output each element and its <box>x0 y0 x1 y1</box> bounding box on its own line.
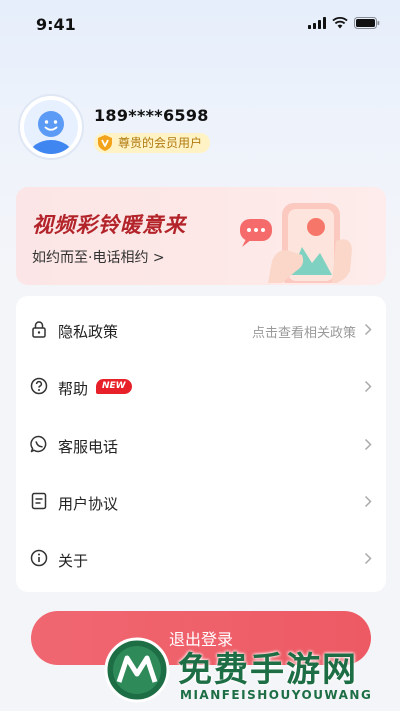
chevron-right-icon <box>364 552 372 565</box>
status-icons <box>308 17 380 29</box>
menu-item-hint: 点击查看相关政策 <box>251 326 356 341</box>
menu-item-help[interactable]: 帮助 NEW <box>16 359 386 415</box>
banner-subtitle[interactable]: 如约而至·电话相约 > <box>32 247 165 267</box>
menu-item-about[interactable]: 关于 <box>16 531 386 587</box>
chevron-right-icon <box>364 438 372 451</box>
vip-badge-label: 尊贵的会员用户 <box>118 136 203 150</box>
menu-item-customer-service[interactable]: 客服电话 <box>16 417 386 473</box>
watermark-title: 免费手游网 <box>178 650 358 690</box>
document-icon <box>31 492 47 510</box>
avatar[interactable] <box>18 94 84 160</box>
user-phone-number: 189****6598 <box>94 106 209 125</box>
banner-title: 视频彩铃暖意来 <box>32 213 186 237</box>
cellular-signal-icon <box>308 17 326 29</box>
chevron-right-icon <box>364 380 372 393</box>
chevron-right-icon <box>364 495 372 508</box>
info-icon <box>30 549 48 567</box>
status-bar: 9:41 <box>0 0 400 50</box>
question-icon <box>30 377 48 395</box>
menu-item-label: 用户协议 <box>58 495 119 513</box>
chevron-right-icon <box>364 323 372 336</box>
vip-shield-icon <box>98 135 112 151</box>
vip-badge: 尊贵的会员用户 <box>94 133 211 153</box>
lock-icon <box>32 321 46 338</box>
menu-item-user-agreement[interactable]: 用户协议 <box>16 474 386 530</box>
chat-bubble-icon <box>30 435 47 453</box>
menu-item-label: 客服电话 <box>58 438 119 456</box>
watermark-logo-icon <box>104 637 170 703</box>
new-badge: NEW <box>96 379 132 394</box>
wifi-icon <box>332 17 348 29</box>
menu-item-label: 隐私政策 <box>58 323 119 341</box>
phone-illustration-icon <box>240 203 352 283</box>
promo-banner[interactable]: 视频彩铃暖意来 如约而至·电话相约 > <box>16 187 386 285</box>
status-time: 9:41 <box>36 15 76 34</box>
settings-menu: 隐私政策 点击查看相关政策 帮助 NEW 客服电话 用户协议 关于 <box>16 296 386 592</box>
battery-icon <box>354 17 380 29</box>
menu-item-label: 关于 <box>58 552 89 570</box>
avatar-smiley-icon <box>29 111 73 154</box>
menu-item-label: 帮助 <box>58 380 89 398</box>
watermark-subtitle: MIANFEISHOUYOUWANG <box>180 688 373 702</box>
menu-item-privacy-policy[interactable]: 隐私政策 点击查看相关政策 <box>16 302 386 358</box>
